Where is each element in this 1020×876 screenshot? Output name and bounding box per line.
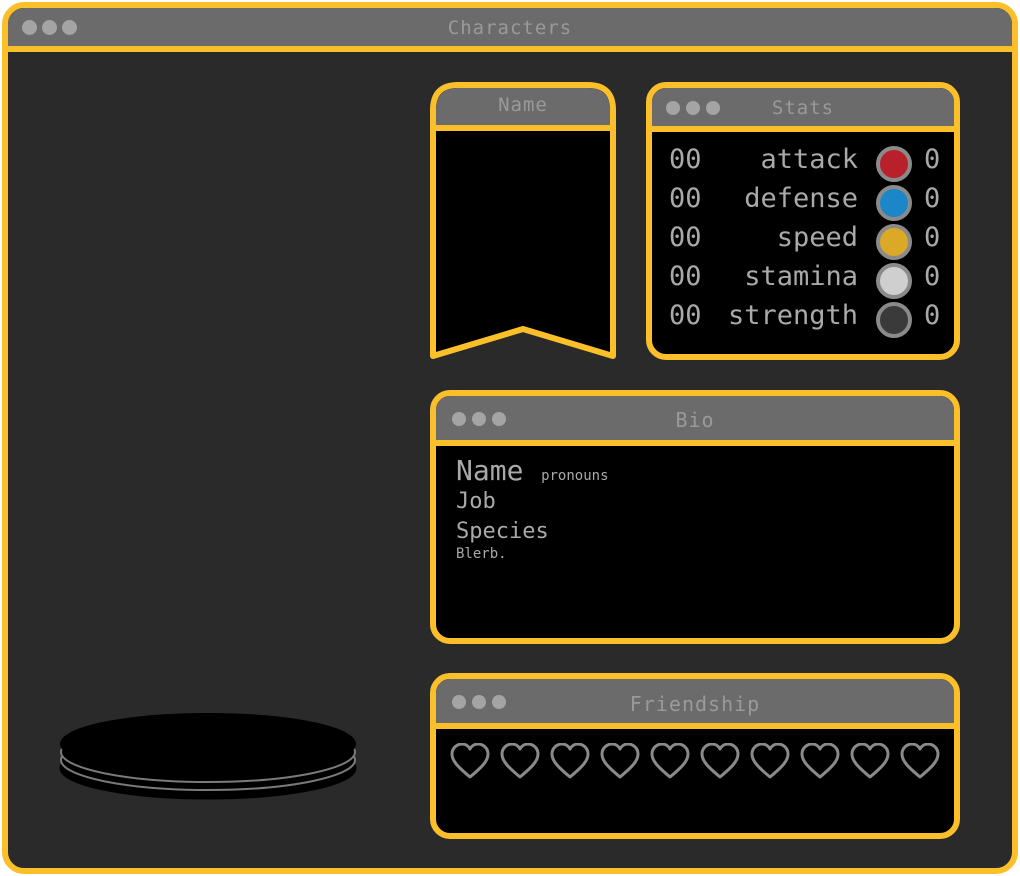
heart-icon[interactable]	[650, 743, 690, 779]
heart-icon[interactable]	[850, 743, 890, 779]
minimize-dot-icon[interactable]	[42, 20, 57, 35]
stat-row-attack: 00 attack 0	[652, 144, 954, 182]
maximize-dot-icon[interactable]	[492, 412, 506, 426]
stat-value: 0	[924, 222, 941, 253]
name-panel: Name	[430, 82, 616, 362]
stat-color-icon[interactable]	[876, 302, 912, 338]
friendship-title: Friendship	[629, 692, 761, 716]
stat-color-icon[interactable]	[876, 185, 912, 221]
heart-icon[interactable]	[750, 743, 790, 779]
bio-name-line: Name pronouns	[456, 454, 609, 487]
main-titlebar[interactable]: Characters	[8, 8, 1012, 52]
friendship-panel: Friendship	[430, 673, 960, 839]
name-banner	[430, 82, 616, 359]
stat-color-icon[interactable]	[876, 146, 912, 182]
bio-title: Bio	[675, 408, 715, 432]
maximize-dot-icon[interactable]	[62, 20, 77, 35]
bio-titlebar[interactable]: Bio	[436, 396, 954, 446]
maximize-dot-icon[interactable]	[492, 695, 506, 709]
stats-panel: Stats 00 attack 0 00 defense 0 00 speed 0 00 stami…	[646, 82, 960, 360]
stat-row-strength: 00 strength 0	[652, 300, 954, 338]
bio-job: Job	[456, 489, 496, 514]
friendship-window-controls	[452, 695, 506, 709]
friendship-titlebar[interactable]: Friendship	[436, 679, 954, 729]
stats-window-controls	[666, 101, 720, 115]
stat-points: 00	[669, 300, 702, 331]
window-controls	[22, 20, 77, 35]
stat-row-stamina: 00 stamina 0	[652, 261, 954, 299]
heart-icon[interactable]	[800, 743, 840, 779]
heart-icon[interactable]	[450, 743, 490, 779]
stat-color-icon[interactable]	[876, 224, 912, 260]
stat-points: 00	[669, 144, 702, 175]
stat-value: 0	[924, 261, 941, 292]
stat-label: stamina	[744, 261, 858, 292]
stat-color-icon[interactable]	[876, 263, 912, 299]
bio-name: Name	[456, 454, 524, 487]
stat-label: strength	[727, 300, 858, 331]
close-dot-icon[interactable]	[452, 412, 466, 426]
friendship-hearts	[450, 743, 940, 779]
heart-icon[interactable]	[500, 743, 540, 779]
heart-icon[interactable]	[550, 743, 590, 779]
minimize-dot-icon[interactable]	[686, 101, 700, 115]
stat-label: defense	[744, 183, 858, 214]
bio-panel: Bio Name pronouns Job Species Blerb.	[430, 390, 960, 644]
character-pedestal	[59, 713, 357, 800]
bio-species: Species	[456, 519, 549, 544]
stat-row-speed: 00 speed 0	[652, 222, 954, 260]
heart-icon[interactable]	[900, 743, 940, 779]
stat-points: 00	[669, 261, 702, 292]
minimize-dot-icon[interactable]	[472, 412, 486, 426]
stat-value: 0	[924, 183, 941, 214]
maximize-dot-icon[interactable]	[706, 101, 720, 115]
close-dot-icon[interactable]	[452, 695, 466, 709]
close-dot-icon[interactable]	[666, 101, 680, 115]
stat-row-defense: 00 defense 0	[652, 183, 954, 221]
stats-title: Stats	[771, 97, 835, 119]
minimize-dot-icon[interactable]	[472, 695, 486, 709]
stat-label: attack	[760, 144, 858, 175]
stat-value: 0	[924, 300, 941, 331]
close-dot-icon[interactable]	[22, 20, 37, 35]
bio-pronouns: pronouns	[541, 468, 609, 484]
stats-titlebar[interactable]: Stats	[652, 88, 954, 132]
stat-label: speed	[776, 222, 858, 253]
stat-points: 00	[669, 183, 702, 214]
stat-value: 0	[924, 144, 941, 175]
heart-icon[interactable]	[600, 743, 640, 779]
bio-blurb: Blerb.	[456, 546, 507, 562]
heart-icon[interactable]	[700, 743, 740, 779]
name-panel-title: Name	[498, 94, 548, 116]
stat-points: 00	[669, 222, 702, 253]
window-title: Characters	[447, 17, 573, 39]
bio-window-controls	[452, 412, 506, 426]
